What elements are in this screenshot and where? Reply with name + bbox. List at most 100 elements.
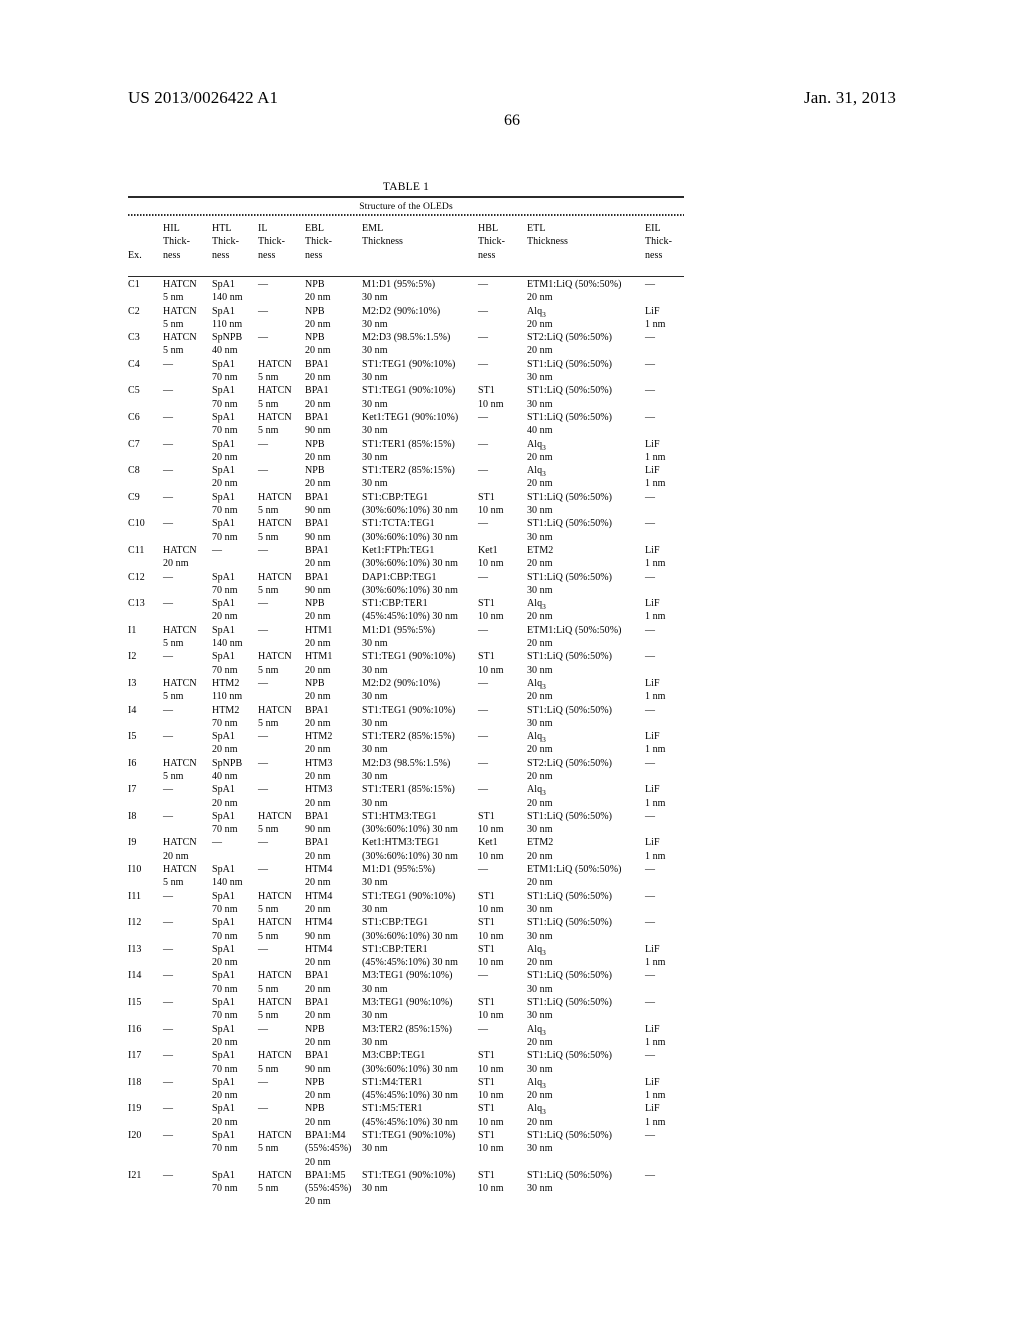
cell-eml: (45%:45%:10%) 30 nm xyxy=(362,1090,458,1102)
column-header-hbl: HBL xyxy=(478,223,499,234)
cell-il: — xyxy=(258,438,268,450)
cell-eml: (45%:45%:10%) 30 nm xyxy=(362,957,458,969)
cell-eml: ST1:CBP:TER1 xyxy=(362,943,428,955)
cell-hil: 5 nm xyxy=(163,770,184,782)
cell-eml: M3:TEG1 (90%:10%) xyxy=(362,970,453,982)
cell-htl: 40 nm xyxy=(212,345,238,357)
cell-ebl: HTM4 xyxy=(305,917,333,929)
cell-hbl: — xyxy=(478,279,488,290)
cell-ebl: 20 nm xyxy=(305,983,331,995)
cell-etl: ETM1:LiQ (50%:50%) xyxy=(527,279,622,290)
cell-htl: 20 nm xyxy=(212,478,238,490)
cell-ebl: 20 nm xyxy=(305,345,331,357)
cell-hbl: — xyxy=(478,1023,488,1035)
cell-eml: ST1:M4:TER1 xyxy=(362,1076,423,1088)
table-row: I21 — SpA1 70 nm HATCN 5 nm BPA1:M5 (55%:45%) 20… xyxy=(128,1168,684,1208)
cell-hil: — xyxy=(163,1130,173,1141)
cell-etl: 20 nm xyxy=(527,850,553,862)
column-header-etl: ETL xyxy=(527,223,546,234)
cell-eil: — xyxy=(645,411,655,423)
cell-etl: Alq3 xyxy=(527,305,546,319)
cell-eml: 30 nm xyxy=(362,983,388,995)
cell-htl: SpA1 xyxy=(212,1023,235,1035)
cell-etl: Alq3 xyxy=(527,465,546,479)
cell-ebl: (55%:45%) xyxy=(305,1183,352,1195)
cell-il: — xyxy=(258,624,268,636)
cell-hil: — xyxy=(163,1050,173,1062)
cell-eil: 1 nm xyxy=(645,1116,666,1128)
cell-ebl: BPA1:M4 xyxy=(305,1130,346,1141)
cell-etl: ST1:LiQ (50%:50%) xyxy=(527,518,613,530)
cell-htl: SpA1 xyxy=(212,465,235,477)
column-header-etl: Thickness xyxy=(527,236,568,248)
cell-hbl: — xyxy=(478,518,488,530)
cell-ex: I1 xyxy=(128,624,137,636)
cell-htl: 70 nm xyxy=(212,425,238,437)
cell-ebl: BPA1 xyxy=(305,837,329,849)
cell-il: — xyxy=(258,1023,268,1035)
cell-etl: Alq3 xyxy=(527,1103,546,1117)
cell-hil: HATCN xyxy=(163,544,197,556)
cell-eil: LiF xyxy=(645,731,660,743)
cell-il: HATCN xyxy=(258,890,292,902)
cell-hbl: 10 nm xyxy=(478,1063,504,1075)
cell-il: HATCN xyxy=(258,1050,292,1062)
table-row: I10 HATCN 5 nm SpA1 140 nm — HTM4 20 nm M1:D1 (9… xyxy=(128,862,684,889)
cell-etl: 20 nm xyxy=(527,478,553,490)
cell-eil: LiF xyxy=(645,598,660,610)
cell-htl: 70 nm xyxy=(212,531,238,543)
cell-hil: HATCN xyxy=(163,864,197,876)
cell-hil: HATCN xyxy=(163,837,197,849)
cell-ex: I3 xyxy=(128,677,137,689)
cell-eml: Ket1:TEG1 (90%:10%) xyxy=(362,411,459,423)
cell-ebl: 20 nm xyxy=(305,1196,331,1208)
cell-il: — xyxy=(258,1103,268,1115)
cell-etl: 40 nm xyxy=(527,425,553,437)
cell-il: HATCN xyxy=(258,1169,292,1181)
column-header-eml: EML xyxy=(362,223,384,234)
cell-etl: 20 nm xyxy=(527,1116,553,1128)
cell-hbl: — xyxy=(478,465,488,477)
cell-eml: ST1:TCTA:TEG1 xyxy=(362,518,435,530)
cell-ebl: 20 nm xyxy=(305,664,331,676)
table-row: C9 — SpA1 70 nm HATCN 5 nm BPA1 90 nm ST1:CBP:TE… xyxy=(128,490,684,517)
cell-etl: ST1:LiQ (50%:50%) xyxy=(527,1050,613,1062)
cell-htl: SpA1 xyxy=(212,1169,235,1181)
publication-number: US 2013/0026422 A1 xyxy=(128,88,279,107)
cell-htl: 40 nm xyxy=(212,770,238,782)
table-row: I8 — SpA1 70 nm HATCN 5 nm BPA1 90 nm ST1:HTM3:T… xyxy=(128,809,684,836)
cell-ebl: HTM3 xyxy=(305,784,333,796)
cell-etl: ST2:LiQ (50%:50%) xyxy=(527,757,613,769)
table-row: I18 — SpA1 20 nm — NPB 20 nm ST1:M4:TER1 (45%:45… xyxy=(128,1075,684,1102)
cell-etl: 20 nm xyxy=(527,691,553,703)
cell-hbl: 10 nm xyxy=(478,1143,504,1155)
table-1-block: TABLE 1 Structure of the OLEDs Ex. HIL Thi… xyxy=(128,181,684,1208)
cell-il: HATCN xyxy=(258,970,292,982)
cell-htl: 70 nm xyxy=(212,1063,238,1075)
cell-il: — xyxy=(258,731,268,743)
cell-etl: Alq3 xyxy=(527,598,546,612)
cell-eml: 30 nm xyxy=(362,372,388,384)
table-row: I5— SpA1 20 nm — HTM2 20 nm ST1:TER2 (85%:15%)… xyxy=(128,729,684,756)
table-row: I4 — HTM2 70 nm HATCN 5 nm BPA1 20 nm ST1:TEG1 (… xyxy=(128,703,684,730)
cell-etl: Alq3 xyxy=(527,1023,546,1037)
cell-il: — xyxy=(258,279,268,290)
table-row: I3 HATCN 5 nm HTM2 110 nm — NPB 20 nm M2:D2 (90%… xyxy=(128,676,684,703)
cell-eml: (30%:60%:10%) 30 nm xyxy=(362,824,458,836)
cell-etl: Alq3 xyxy=(527,731,546,745)
cell-hil: — xyxy=(163,438,173,450)
cell-hbl: ST1 xyxy=(478,810,495,822)
cell-ebl: HTM3 xyxy=(305,757,333,769)
cell-eil: — xyxy=(645,704,655,716)
cell-hil: — xyxy=(163,917,173,929)
cell-eml: M1:D1 (95%:5%) xyxy=(362,279,436,290)
cell-ebl: 90 nm xyxy=(305,930,331,942)
cell-ebl: HTM4 xyxy=(305,943,333,955)
cell-eil: — xyxy=(645,757,655,769)
cell-htl: 70 nm xyxy=(212,1183,238,1195)
cell-il: — xyxy=(258,544,268,556)
table-row: C10 — SpA1 70 nm HATCN 5 nm BPA1 90 nm ST1:TCTA:… xyxy=(128,516,684,543)
cell-etl: 20 nm xyxy=(527,611,553,623)
cell-ebl: BPA1 xyxy=(305,385,329,397)
cell-htl: SpA1 xyxy=(212,1103,235,1115)
